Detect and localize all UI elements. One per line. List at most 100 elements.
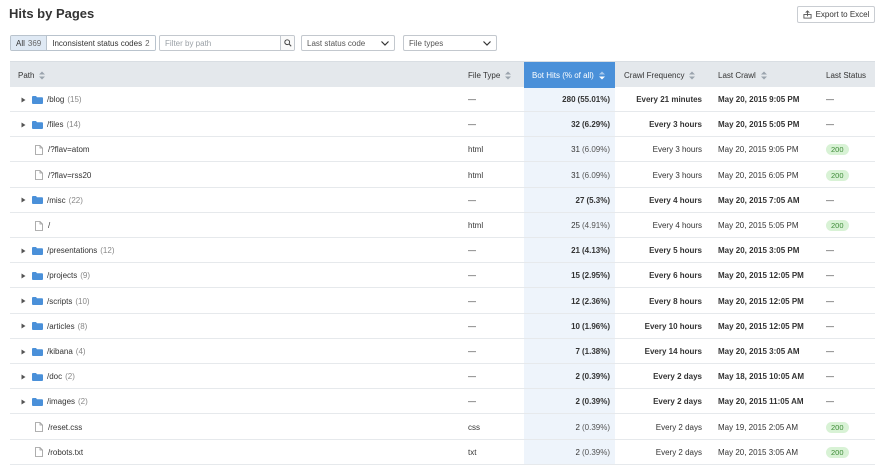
folder-icon — [32, 246, 43, 255]
last-crawl-cell: May 20, 2015 5:05 PM — [718, 221, 799, 230]
last-crawl-cell: May 20, 2015 11:05 AM — [718, 397, 804, 407]
table-row[interactable]: /blog (15) — 280 (55.01%) Every 21 minutes May… — [10, 87, 875, 112]
expand-caret-icon[interactable] — [21, 374, 26, 380]
path-link[interactable]: /projects — [47, 271, 77, 280]
hits-value: 10 — [571, 321, 580, 331]
table-row[interactable]: /?flav=rss20 html 31 (6.09%) Every 3 hours Ma… — [10, 163, 875, 188]
last-status-code-value: Last status code — [307, 38, 366, 48]
table-row[interactable]: /images (2) — 2 (0.39%) Every 2 days May 20, 2… — [10, 389, 875, 415]
expand-caret-icon[interactable] — [21, 323, 26, 329]
expand-caret-icon[interactable] — [21, 197, 26, 203]
table-row[interactable]: /reset.css css 2 (0.39%) Every 2 days May 19,… — [10, 415, 875, 440]
crawl-frequency-cell: Every 2 days — [655, 422, 702, 432]
column-label: Crawl Frequency — [624, 70, 685, 80]
crawl-frequency-cell: Every 21 minutes — [636, 95, 702, 104]
path-link[interactable]: /articles — [47, 322, 75, 331]
expand-caret-icon[interactable] — [21, 349, 26, 355]
bot-hits-cell: 25 (4.91%) — [524, 213, 610, 238]
path-cell: /kibana (4) — [18, 339, 86, 364]
crawl-frequency-cell: Every 2 days — [653, 372, 702, 382]
crawl-frequency-cell: Every 10 hours — [644, 321, 702, 331]
hits-value: 2 — [575, 397, 580, 407]
path-search-input[interactable] — [160, 36, 280, 50]
table-row[interactable]: / html 25 (4.91%) Every 4 hours May 20, 2015 … — [10, 213, 875, 238]
path-link[interactable]: /doc — [47, 372, 62, 381]
expand-caret-icon[interactable] — [21, 248, 26, 254]
table-row[interactable]: /robots.txt txt 2 (0.39%) Every 2 days May 20… — [10, 440, 875, 465]
path-link[interactable]: /images — [47, 397, 75, 406]
last-status-code-dropdown[interactable]: Last status code — [301, 35, 395, 51]
table-row[interactable]: /files (14) — 32 (6.29%) Every 3 hours May 20,… — [10, 112, 875, 138]
tab-all[interactable]: All 369 — [11, 36, 48, 50]
search-button[interactable] — [280, 36, 294, 50]
expand-caret-icon[interactable] — [21, 298, 26, 304]
path-link[interactable]: /blog — [47, 95, 64, 104]
table-row[interactable]: /kibana (4) — 7 (1.38%) Every 14 hours May 20,… — [10, 339, 875, 364]
column-header-bot-hits[interactable]: Bot Hits (% of all) — [524, 62, 615, 88]
file-types-dropdown[interactable]: File types — [403, 35, 497, 51]
hits-value: 25 — [571, 221, 580, 230]
tab-all-label: All — [16, 38, 25, 48]
bot-hits-cell: 27 (5.3%) — [524, 188, 610, 213]
child-count: (2) — [78, 397, 88, 407]
status-badge: 200 — [826, 169, 849, 181]
tab-inconsistent-status[interactable]: Inconsistent status codes 2 — [47, 36, 155, 50]
last-status-cell: 200 — [826, 137, 849, 162]
last-status-cell: 200 — [826, 163, 849, 188]
column-header-crawl-frequency[interactable]: Crawl Frequency — [624, 62, 696, 88]
child-count: (22) — [68, 195, 83, 205]
path-link[interactable]: /?flav=rss20 — [48, 171, 91, 180]
expand-caret-icon[interactable] — [21, 399, 26, 405]
hits-value: 12 — [571, 296, 580, 306]
hits-percent: (1.38%) — [581, 347, 610, 356]
hits-percent: (1.96%) — [581, 321, 610, 331]
path-link[interactable]: /reset.css — [48, 423, 82, 432]
last-crawl-cell: May 20, 2015 12:05 PM — [718, 271, 804, 281]
hits-value: 31 — [571, 170, 580, 180]
path-link[interactable]: / — [48, 221, 50, 230]
path-link[interactable]: /presentations — [47, 246, 97, 255]
hits-percent: (55.01%) — [577, 95, 610, 104]
column-header-path[interactable]: Path — [18, 62, 46, 88]
table-row[interactable]: /scripts (10) — 12 (2.36%) Every 8 hours May 2… — [10, 289, 875, 314]
folder-icon — [32, 297, 43, 306]
path-link[interactable]: /kibana — [47, 347, 73, 356]
bot-hits-cell: 2 (0.39%) — [524, 415, 610, 440]
crawl-frequency-cell: Every 4 hours — [652, 221, 702, 230]
table-row[interactable]: /doc (2) — 2 (0.39%) Every 2 days May 18, 2015… — [10, 364, 875, 390]
bot-hits-cell: 21 (4.13%) — [524, 238, 610, 263]
last-status-cell: — — [826, 364, 834, 389]
path-link[interactable]: /robots.txt — [48, 448, 83, 457]
last-status-cell: — — [826, 314, 834, 339]
path-link[interactable]: /files — [47, 120, 63, 129]
path-link[interactable]: /?flav=atom — [48, 145, 90, 154]
table-row[interactable]: /presentations (12) — 21 (4.13%) Every 5 hour… — [10, 238, 875, 264]
child-count: (4) — [75, 347, 86, 356]
column-header-last-crawl[interactable]: Last Crawl — [718, 62, 767, 88]
expand-caret-icon[interactable] — [21, 273, 26, 279]
column-label: File Type — [468, 70, 501, 80]
status-empty: — — [826, 95, 834, 104]
file-icon — [35, 422, 43, 432]
table-row[interactable]: /misc (22) — 27 (5.3%) Every 4 hours May 20, 2… — [10, 188, 875, 213]
hits-percent: (6.09%) — [581, 145, 610, 155]
column-header-last-status[interactable]: Last Status — [826, 62, 866, 88]
table-row[interactable]: /articles (8) — 10 (1.96%) Every 10 hours May … — [10, 314, 875, 339]
path-cell: /scripts (10) — [18, 289, 90, 314]
tab-all-count: 369 — [27, 38, 42, 48]
path-link[interactable]: /scripts — [47, 297, 72, 306]
table-row[interactable]: /projects (9) — 15 (2.95%) Every 6 hours May 2… — [10, 263, 875, 289]
path-link[interactable]: /misc — [47, 196, 66, 205]
column-header-file-type[interactable]: File Type — [468, 62, 512, 88]
file-type-cell: txt — [468, 447, 477, 457]
status-empty: — — [826, 296, 834, 306]
file-type-cell: — — [468, 397, 476, 407]
file-type-cell: css — [468, 422, 480, 432]
export-to-excel-button[interactable]: Export to Excel — [797, 6, 875, 23]
table-row[interactable]: /?flav=atom html 31 (6.09%) Every 3 hours May… — [10, 137, 875, 163]
hits-value: 2 — [575, 422, 580, 432]
expand-caret-icon[interactable] — [21, 122, 26, 128]
bot-hits-cell: 2 (0.39%) — [524, 440, 610, 465]
path-filter — [159, 35, 295, 51]
expand-caret-icon[interactable] — [21, 97, 26, 103]
